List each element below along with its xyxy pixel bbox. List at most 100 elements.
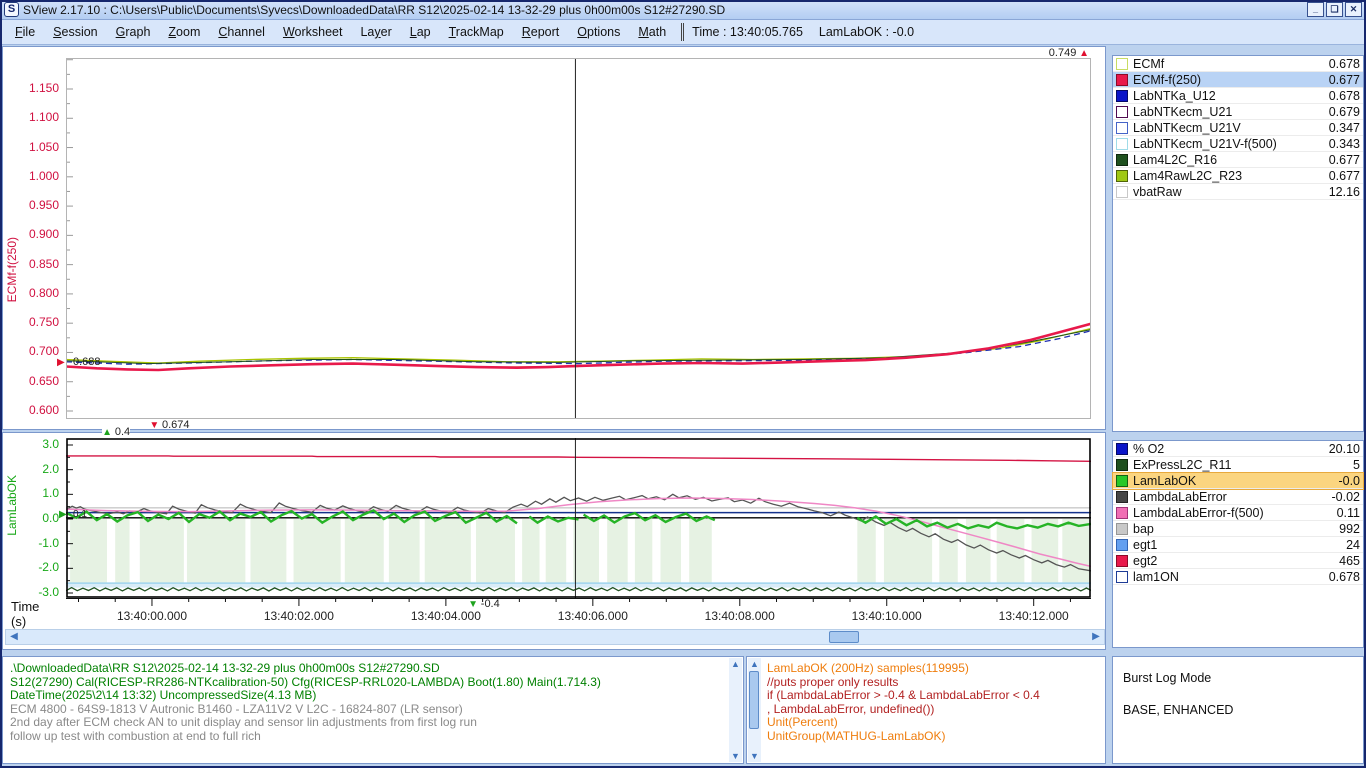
channel-name: LabNTKecm_U21	[1133, 105, 1329, 119]
bottom-chart-plot[interactable]	[66, 438, 1091, 598]
menu-layer[interactable]: Layer	[351, 22, 400, 42]
math-scrollbar[interactable]: ▲ ▼	[748, 658, 761, 762]
session-scrollbar[interactable]: ▲ ▼	[729, 658, 742, 762]
channel-row-Lam4L2C_R16[interactable]: Lam4L2C_R160.677	[1113, 152, 1363, 168]
channel-row-egt1[interactable]: egt124	[1113, 537, 1363, 553]
status-channel-value: LamLabOK : -0.0	[819, 25, 914, 39]
scroll-right-icon[interactable]: ▶	[1089, 630, 1103, 644]
scroll-up-icon[interactable]: ▲	[748, 658, 761, 670]
close-button[interactable]: ✕	[1345, 2, 1362, 17]
burst-log-title: Burst Log Mode	[1123, 671, 1353, 685]
channel-row-LambdaLabError[interactable]: LambdaLabError-0.02	[1113, 489, 1363, 505]
menu-graph[interactable]: Graph	[107, 22, 160, 42]
info-line: if (LambdaLabError > -0.4 & LambdaLabErr…	[767, 689, 1101, 703]
ytick-label: -3.0	[9, 585, 59, 599]
time-scrollbar-thumb[interactable]	[829, 631, 859, 643]
restore-button[interactable]: ❏	[1326, 2, 1343, 17]
menu-session[interactable]: Session	[44, 22, 106, 42]
channel-row-vbatRaw[interactable]: vbatRaw12.16	[1113, 184, 1363, 200]
channel-row-Lam4RawL2C_R23[interactable]: Lam4RawL2C_R230.677	[1113, 168, 1363, 184]
info-line: LamLabOK (200Hz) samples(119995)	[767, 662, 1101, 676]
channel-row-LabNTKecm_U21V[interactable]: LabNTKecm_U21V0.347	[1113, 120, 1363, 136]
channel-color-swatch	[1116, 90, 1128, 102]
menu-zoom[interactable]: Zoom	[159, 22, 209, 42]
scroll-down-icon[interactable]: ▼	[748, 750, 761, 762]
channel-color-swatch	[1116, 106, 1128, 118]
menu-lap[interactable]: Lap	[401, 22, 440, 42]
bottom-chart-panel[interactable]: LamLabOK 3.02.01.00.0-1.0-2.0-3.0 13:40:…	[2, 432, 1106, 650]
status-time: Time : 13:40:05.765	[692, 25, 803, 39]
menu-divider	[681, 23, 684, 41]
channel-row-LambdaLabError-f(500)[interactable]: LambdaLabError-f(500)0.11	[1113, 505, 1363, 521]
bottom-chart-min-marker: ▼ -0.4	[468, 598, 500, 610]
menu-report[interactable]: Report	[513, 22, 569, 42]
channel-color-swatch	[1116, 475, 1128, 487]
info-line: ECM 4800 - 64S9-1813 V Autronic B1460 - …	[10, 703, 725, 717]
channel-name: lam1ON	[1133, 570, 1329, 584]
time-scrollbar[interactable]: ◀ ▶	[5, 629, 1105, 645]
channel-row-ECMf[interactable]: ECMf0.678	[1113, 56, 1363, 72]
channel-value: 0.347	[1329, 121, 1360, 135]
channel-row-LabNTKecm_U21V-f(500)[interactable]: LabNTKecm_U21V-f(500)0.343	[1113, 136, 1363, 152]
channel-value: 992	[1339, 522, 1360, 536]
channel-name: vbatRaw	[1133, 185, 1329, 199]
channel-row-bap[interactable]: bap992	[1113, 521, 1363, 537]
top-chart-min-marker: ▼ 0.674	[149, 419, 189, 431]
ytick-label: -1.0	[9, 536, 59, 550]
channel-value: 0.678	[1329, 570, 1360, 584]
info-line: follow up test with combustion at end to…	[10, 730, 725, 744]
channel-row-% O2[interactable]: % O220.10	[1113, 441, 1363, 457]
ytick-label: 0.600	[9, 403, 59, 417]
channel-name: % O2	[1133, 442, 1329, 456]
menu-trackmap[interactable]: TrackMap	[440, 22, 513, 42]
channel-name: LabNTKa_U12	[1133, 89, 1329, 103]
channel-color-swatch	[1116, 154, 1128, 166]
channel-row-lam1ON[interactable]: lam1ON0.678	[1113, 569, 1363, 585]
scroll-left-icon[interactable]: ◀	[7, 630, 21, 644]
channel-name: Lam4RawL2C_R23	[1133, 169, 1329, 183]
channel-value: 5	[1353, 458, 1360, 472]
info-line: UnitGroup(MATHUG-LamLabOK)	[767, 730, 1101, 744]
menu-worksheet[interactable]: Worksheet	[274, 22, 352, 42]
time-tick-label: 13:40:02.000	[244, 609, 354, 623]
channel-name: LabNTKecm_U21V	[1133, 121, 1329, 135]
scroll-down-icon[interactable]: ▼	[729, 750, 742, 762]
channel-row-LamLabOK[interactable]: LamLabOK-0.0	[1113, 473, 1363, 489]
top-chart-max-marker: 0.749 ▲	[1049, 47, 1089, 59]
math-scrollbar-thumb[interactable]	[749, 671, 759, 729]
series-LabNTKa_U12	[66, 331, 1091, 364]
ytick-label: 0.0	[9, 511, 59, 525]
top-chart-plot[interactable]	[66, 58, 1091, 419]
bottom-chart-max-marker: ▲ 0.4	[102, 426, 130, 438]
time-tick-label: 13:40:12.000	[979, 609, 1089, 623]
menu-math[interactable]: Math	[629, 22, 675, 42]
minimize-button[interactable]: _	[1307, 2, 1324, 17]
channel-row-ExPressL2C_R11[interactable]: ExPressL2C_R115	[1113, 457, 1363, 473]
info-line: , LambdaLabError, undefined())	[767, 703, 1101, 717]
ytick-label: 2.0	[9, 462, 59, 476]
top-chart-panel[interactable]: ECMf-f(250) 1.1501.1001.0501.0000.9500.9…	[2, 46, 1106, 430]
bottom-channel-list: % O220.10ExPressL2C_R115LamLabOK-0.0Lamb…	[1112, 440, 1364, 648]
channel-value: 20.10	[1329, 442, 1360, 456]
menu-options[interactable]: Options	[568, 22, 629, 42]
channel-color-swatch	[1116, 507, 1128, 519]
info-line: 2nd day after ECM check AN to unit displ…	[10, 716, 725, 730]
series-Lam4RawL2C_R23	[66, 329, 1091, 364]
channel-name: ExPressL2C_R11	[1133, 458, 1353, 472]
menu-file[interactable]: File	[6, 22, 44, 42]
channel-name: egt1	[1133, 538, 1346, 552]
info-line: //puts proper only results	[767, 676, 1101, 690]
scroll-up-icon[interactable]: ▲	[729, 658, 742, 670]
channel-value: 12.16	[1329, 185, 1360, 199]
channel-name: Lam4L2C_R16	[1133, 153, 1329, 167]
channel-row-ECMf-f(250)[interactable]: ECMf-f(250)0.677	[1113, 72, 1363, 88]
channel-value: -0.02	[1332, 490, 1361, 504]
channel-color-swatch	[1116, 443, 1128, 455]
channel-row-LabNTKecm_U21[interactable]: LabNTKecm_U210.679	[1113, 104, 1363, 120]
titlebar: S SView 2.17.10 : C:\Users\Public\Docume…	[0, 0, 1366, 20]
channel-color-swatch	[1116, 186, 1128, 198]
menu-channel[interactable]: Channel	[209, 22, 274, 42]
channel-row-egt2[interactable]: egt2465	[1113, 553, 1363, 569]
bottom-chart-ylabel: LamLabOK	[5, 475, 19, 536]
channel-row-LabNTKa_U12[interactable]: LabNTKa_U120.678	[1113, 88, 1363, 104]
